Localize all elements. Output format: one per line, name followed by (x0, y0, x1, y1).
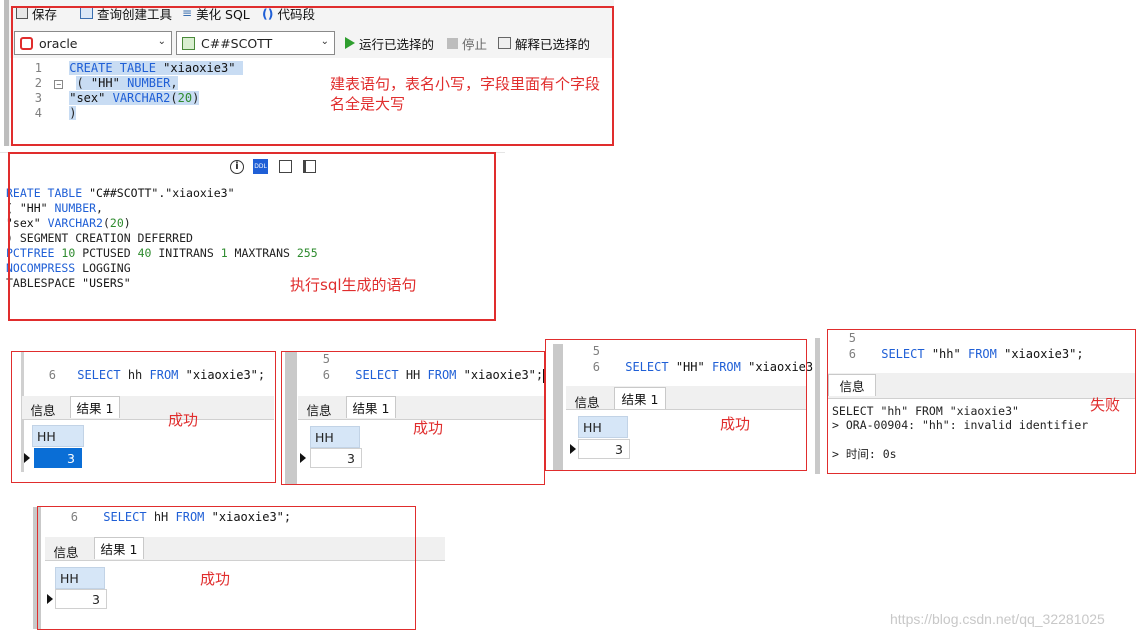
highlight-box-panel4 (827, 329, 1136, 474)
highlight-box-panel5 (37, 506, 416, 630)
highlight-box-panel3 (545, 339, 807, 471)
editor-left-gutter-bar (4, 0, 9, 146)
watermark: https://blog.csdn.net/qq_32281025 (890, 611, 1105, 627)
highlight-box-ddl (8, 152, 496, 321)
highlight-box-panel1 (11, 351, 276, 483)
highlight-box-editor (11, 6, 614, 146)
highlight-box-panel2 (281, 351, 545, 485)
panel4-gutter (815, 338, 820, 474)
